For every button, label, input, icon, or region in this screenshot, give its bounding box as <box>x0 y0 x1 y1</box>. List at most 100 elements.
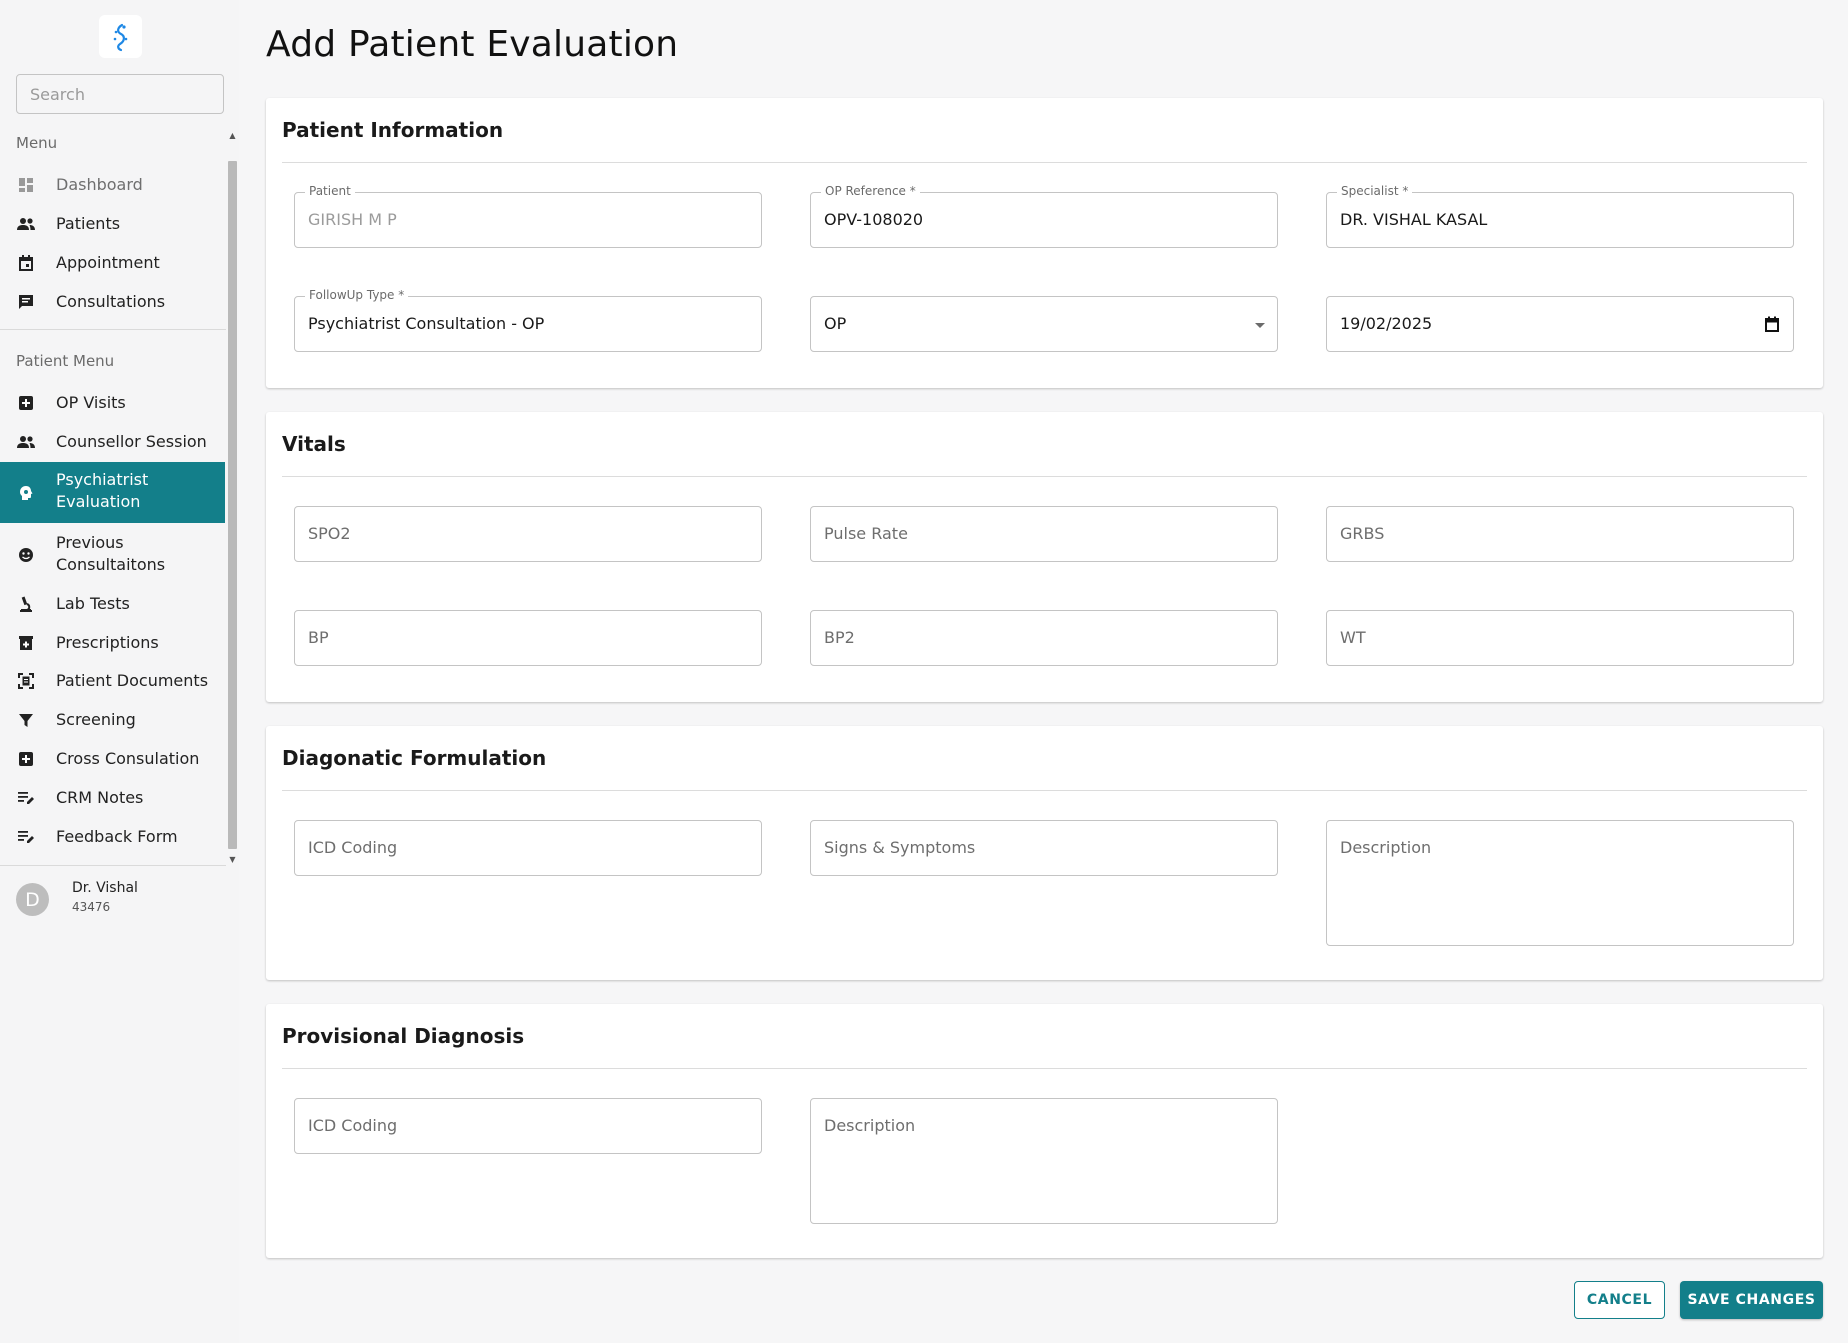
provisional-description-textarea[interactable]: Description <box>810 1098 1278 1224</box>
calendar-icon[interactable] <box>1765 316 1779 332</box>
field-value: Psychiatrist Consultation - OP <box>308 314 545 333</box>
sidebar-item-previous-consultations[interactable]: Previous Consultaitons <box>0 530 225 580</box>
field-placeholder: Description <box>824 1116 916 1135</box>
bp-input[interactable]: BP <box>294 610 762 666</box>
field-placeholder: WT <box>1340 628 1366 647</box>
filter-icon <box>17 711 35 729</box>
section-title: Diagonatic Formulation <box>282 746 547 770</box>
sidebar-item-patients[interactable]: Patients <box>0 211 225 237</box>
wt-input[interactable]: WT <box>1326 610 1794 666</box>
cancel-button[interactable]: CANCEL <box>1574 1281 1665 1319</box>
sidebar-item-label: Consultations <box>56 292 166 311</box>
sidebar-item-label: Patients <box>56 214 121 233</box>
sidebar: ▲ ▼ Menu Dashboard Patients Appointment … <box>0 0 239 1343</box>
people-icon <box>17 215 35 233</box>
patient-menu-section-label: Patient Menu <box>16 352 115 370</box>
user-profile[interactable]: D Dr. Vishal 43476 <box>0 877 226 929</box>
sidebar-item-label: CRM Notes <box>56 788 144 807</box>
sidebar-item-label: Dashboard <box>56 175 143 194</box>
sidebar-item-screening[interactable]: Screening <box>0 707 225 733</box>
field-value: OP <box>824 314 847 333</box>
followup-type-field[interactable]: FollowUp Type * Psychiatrist Consultatio… <box>294 288 762 352</box>
specialist-field[interactable]: Specialist * DR. VISHAL KASAL <box>1326 184 1794 248</box>
sidebar-scrollbar[interactable]: ▲ ▼ <box>227 130 238 866</box>
bp2-input[interactable]: BP2 <box>810 610 1278 666</box>
sidebar-item-prescriptions[interactable]: Prescriptions <box>0 630 225 656</box>
field-placeholder: Description <box>1340 838 1432 857</box>
provisional-icd-coding-input[interactable]: ICD Coding <box>294 1098 762 1154</box>
field-value: 19/02/2025 <box>1340 314 1433 333</box>
chat-icon <box>17 293 35 311</box>
sidebar-item-label: Lab Tests <box>56 594 130 613</box>
section-divider <box>282 162 1807 163</box>
section-title: Vitals <box>282 432 346 456</box>
chevron-down-icon[interactable] <box>1255 323 1265 328</box>
scroll-up-arrow-icon[interactable]: ▲ <box>227 130 238 142</box>
menu-section-label: Menu <box>16 134 58 152</box>
field-placeholder: GRBS <box>1340 524 1385 543</box>
description-textarea[interactable]: Description <box>1326 820 1794 946</box>
sidebar-divider <box>0 865 226 866</box>
sidebar-item-label: Counsellor Session <box>56 432 207 451</box>
field-label: OP Reference * <box>821 184 920 198</box>
edit-note-icon <box>17 789 35 807</box>
sidebar-item-label: Cross Consulation <box>56 749 200 768</box>
brand-logo-icon <box>113 23 127 51</box>
signs-symptoms-input[interactable]: Signs & Symptoms <box>810 820 1278 876</box>
medication-icon <box>17 634 35 652</box>
sidebar-item-consultations[interactable]: Consultations <box>0 289 225 315</box>
sidebar-divider <box>0 329 226 330</box>
sidebar-item-crm-notes[interactable]: CRM Notes <box>0 785 225 811</box>
date-field[interactable]: 19/02/2025 <box>1326 296 1794 352</box>
field-placeholder: BP <box>308 628 329 647</box>
icd-coding-input[interactable]: ICD Coding <box>294 820 762 876</box>
sidebar-item-op-visits[interactable]: OP Visits <box>0 390 225 416</box>
op-reference-field[interactable]: OP Reference * OPV-108020 <box>810 184 1278 248</box>
provisional-diagnosis-card: Provisional Diagnosis ICD Coding Descrip… <box>266 1004 1823 1258</box>
document-scan-icon <box>17 672 35 690</box>
section-title: Patient Information <box>282 118 504 142</box>
sidebar-item-label: Previous Consultaitons <box>56 533 166 574</box>
field-placeholder: Pulse Rate <box>824 524 908 543</box>
section-divider <box>282 1068 1807 1069</box>
page-title: Add Patient Evaluation <box>266 24 679 65</box>
diagnostic-formulation-card: Diagonatic Formulation ICD Coding Signs … <box>266 726 1823 980</box>
search-input[interactable] <box>16 74 224 114</box>
patient-information-card: Patient Information Patient GIRISH M P O… <box>266 98 1823 388</box>
user-id: 43476 <box>72 900 111 914</box>
people-icon <box>17 433 35 451</box>
field-label: FollowUp Type * <box>305 288 409 302</box>
scroll-down-arrow-icon[interactable]: ▼ <box>227 854 238 866</box>
sidebar-item-feedback-form[interactable]: Feedback Form <box>0 824 225 850</box>
microscope-icon <box>17 595 35 613</box>
sidebar-item-lab-tests[interactable]: Lab Tests <box>0 591 225 617</box>
face-icon <box>17 546 35 564</box>
section-title: Provisional Diagnosis <box>282 1024 525 1048</box>
sidebar-item-cross-consultation[interactable]: Cross Consulation <box>0 746 225 772</box>
app-logo[interactable] <box>99 15 142 58</box>
scroll-thumb[interactable] <box>228 161 237 849</box>
sidebar-item-psychiatrist-evaluation[interactable]: Psychiatrist Evaluation <box>0 462 225 523</box>
grbs-input[interactable]: GRBS <box>1326 506 1794 562</box>
section-divider <box>282 476 1807 477</box>
field-placeholder: Signs & Symptoms <box>824 838 976 857</box>
sidebar-item-patient-documents[interactable]: Patient Documents <box>0 668 225 694</box>
field-label: Specialist * <box>1337 184 1413 198</box>
calendar-icon <box>17 254 35 272</box>
dashboard-icon <box>17 176 35 194</box>
sidebar-item-dashboard[interactable]: Dashboard <box>0 172 225 198</box>
sidebar-item-appointment[interactable]: Appointment <box>0 250 225 276</box>
pulse-rate-input[interactable]: Pulse Rate <box>810 506 1278 562</box>
sidebar-item-label: OP Visits <box>56 393 126 412</box>
sidebar-item-label: Feedback Form <box>56 827 178 846</box>
field-value: GIRISH M P <box>308 210 397 229</box>
field-label: Patient <box>305 184 355 198</box>
field-placeholder: BP2 <box>824 628 855 647</box>
spo2-input[interactable]: SPO2 <box>294 506 762 562</box>
medical-plus-icon <box>17 750 35 768</box>
sidebar-item-label: Prescriptions <box>56 633 159 652</box>
save-changes-button[interactable]: SAVE CHANGES <box>1680 1281 1823 1319</box>
visit-type-select[interactable]: OP <box>810 296 1278 352</box>
field-placeholder: SPO2 <box>308 524 351 543</box>
sidebar-item-counsellor-session[interactable]: Counsellor Session <box>0 429 225 455</box>
